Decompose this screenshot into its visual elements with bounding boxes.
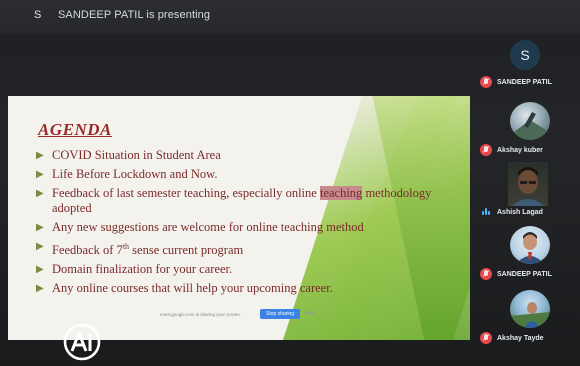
list-item-text: Any online courses that will help your u…	[52, 281, 333, 296]
participant-name-row: Akshay Tayde	[480, 332, 544, 344]
bullet-arrow-icon: ▶	[36, 241, 44, 252]
list-item: ▶ Any new suggestions are welcome for on…	[36, 220, 456, 235]
hide-banner-button[interactable]: Hide	[304, 311, 314, 317]
slide-title: AGENDA	[38, 120, 112, 139]
mic-off-icon	[480, 268, 492, 280]
mic-off-icon	[480, 76, 492, 88]
ai-logo-watermark	[63, 323, 101, 361]
list-item: ▶ Domain finalization for your career.	[36, 262, 456, 277]
participant-name-row: Akshay kuber	[480, 144, 543, 156]
participant-name: Akshay Tayde	[497, 334, 544, 342]
participant-avatar	[510, 290, 550, 328]
bullet-arrow-icon: ▶	[36, 283, 44, 295]
participant-name: SANDEEP PATIL	[497, 270, 552, 278]
agenda-list: ▶ COVID Situation in Student Area ▶ Life…	[36, 148, 456, 300]
participant-name-row: SANDEEP PATIL	[480, 268, 552, 280]
participant-video	[508, 162, 548, 206]
list-item: ▶ Feedback of 7th sense current program	[36, 239, 456, 258]
bullet-arrow-icon: ▶	[36, 150, 44, 161]
list-item-text: Feedback of last semester teaching, espe…	[52, 186, 432, 215]
top-bar: S SANDEEP PATIL is presenting	[0, 0, 580, 34]
bullet-arrow-icon: ▶	[36, 169, 44, 180]
participant-name-row: Ashish Lagad	[480, 206, 543, 218]
speaking-indicator-icon	[480, 206, 492, 218]
list-item-text: Feedback of 7th sense current program	[52, 242, 244, 258]
participant-avatar	[510, 102, 550, 140]
screen-share-banner: meet.google.com is sharing your screen. …	[160, 308, 332, 320]
highlighted-word: teaching	[319, 186, 363, 200]
share-banner-text: meet.google.com is sharing your screen.	[160, 311, 242, 317]
participant-name: SANDEEP PATIL	[497, 78, 552, 86]
mic-off-icon	[480, 144, 492, 156]
screen: S SANDEEP PATIL is presenting AGENDA ▶ C…	[0, 0, 580, 366]
list-item-text: COVID Situation in Student Area	[52, 148, 221, 162]
participants-panel: S SANDEEP PATIL Akshay kuber Ashish Laga…	[470, 34, 580, 366]
bullet-arrow-icon: ▶	[36, 222, 44, 233]
list-item-text: Life Before Lockdown and Now.	[52, 167, 218, 181]
list-item: ▶ Life Before Lockdown and Now.	[36, 167, 456, 182]
participant-name-row: SANDEEP PATIL	[480, 76, 552, 88]
participant-name: Ashish Lagad	[497, 208, 543, 216]
bullet-arrow-icon: ▶	[36, 188, 44, 199]
presented-slide: AGENDA ▶ COVID Situation in Student Area…	[8, 96, 470, 340]
participant-avatar	[510, 226, 550, 264]
mic-off-icon	[480, 332, 492, 344]
self-avatar[interactable]: S	[510, 40, 540, 70]
presenter-avatar: S	[34, 9, 42, 21]
list-item-text: Any new suggestions are welcome for onli…	[52, 220, 364, 234]
bullet-arrow-icon: ▶	[36, 264, 44, 276]
presenting-label: SANDEEP PATIL is presenting	[58, 9, 211, 21]
stop-sharing-button[interactable]: Stop sharing	[260, 309, 301, 319]
list-item: ▶ Feedback of last semester teaching, es…	[36, 186, 456, 216]
list-item: ▶ COVID Situation in Student Area	[36, 148, 456, 163]
participant-name: Akshay kuber	[497, 146, 543, 154]
list-item: ▶ Any online courses that will help your…	[36, 281, 456, 296]
list-item-text: Domain finalization for your career.	[52, 262, 233, 277]
